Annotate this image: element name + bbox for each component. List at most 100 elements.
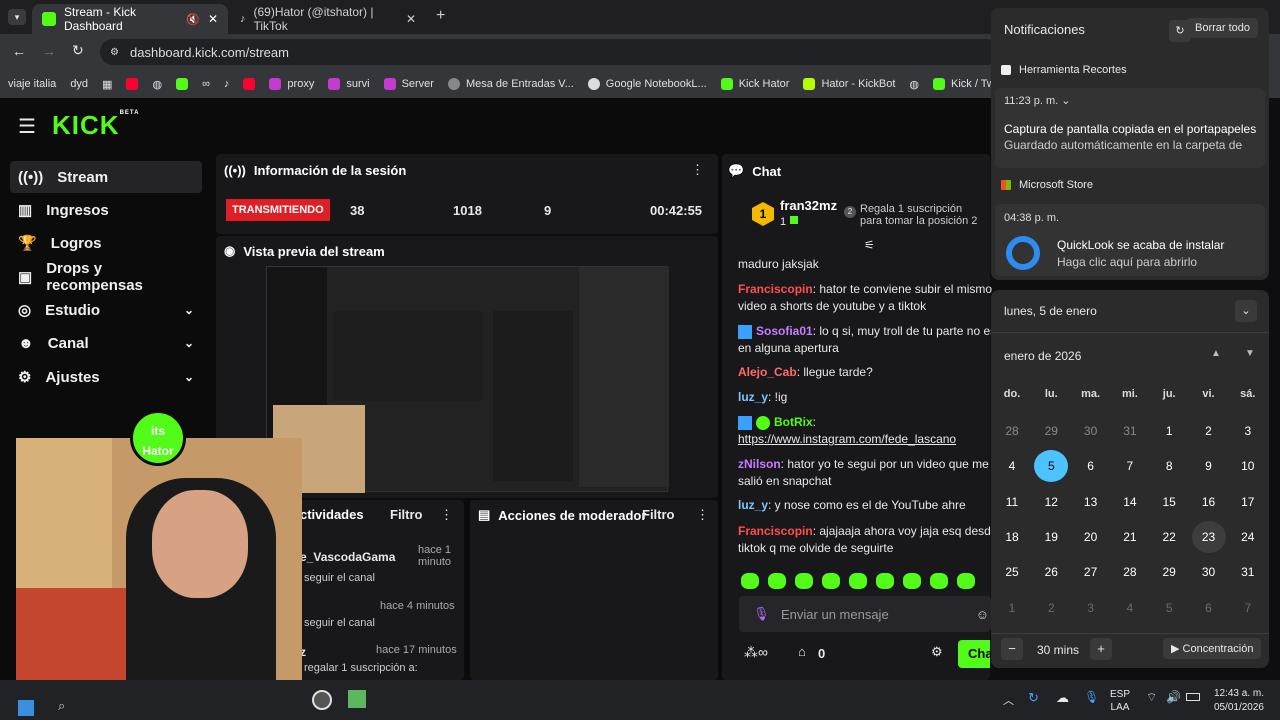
close-icon[interactable]: ✕ — [208, 12, 218, 26]
calendar-day[interactable]: 23 — [1191, 520, 1226, 553]
start-icon[interactable] — [18, 700, 34, 716]
battery-icon[interactable] — [1186, 693, 1200, 701]
calendar-day[interactable]: 31 — [1231, 556, 1265, 588]
back-icon[interactable]: ← — [12, 43, 26, 59]
calendar-day[interactable]: 21 — [1113, 521, 1147, 553]
sidebar-item-stream[interactable]: ((•)) Stream — [10, 161, 202, 193]
chat-input[interactable]: 🎙 Enviar un mensaje ☺ — [739, 596, 991, 632]
calendar-day[interactable]: 29 — [1034, 415, 1068, 447]
calendar-day[interactable]: 27 — [1074, 556, 1108, 588]
bookmark-item[interactable]: Kick / Tw — [933, 78, 995, 90]
more-icon[interactable]: ⋮ — [691, 162, 704, 178]
url-field[interactable]: ⚙ dashboard.kick.com/stream — [100, 39, 1000, 65]
language-indicator[interactable]: ESP LAA — [1110, 688, 1130, 714]
sidebar-item-ajustes[interactable]: ⚙ Ajustes ⌄ — [10, 361, 202, 393]
chat-settings-icon[interactable]: ⚙ — [931, 644, 943, 660]
kick-icon[interactable] — [176, 78, 189, 90]
new-tab-icon[interactable]: + — [436, 7, 445, 25]
reload-icon[interactable]: ↻ — [72, 42, 84, 59]
calendar-day[interactable]: 6 — [1074, 450, 1108, 482]
tab-tiktok[interactable]: ♪ (69)Hator (@itshator) | TikTok ✕ — [230, 4, 426, 34]
globe-icon[interactable]: ◍ — [909, 78, 919, 91]
calendar-day[interactable]: 3 — [1074, 592, 1108, 624]
bookmark-item[interactable]: proxy — [269, 78, 314, 90]
calendar-day[interactable]: 11 — [995, 486, 1029, 518]
calendar-day[interactable]: 18 — [995, 521, 1029, 553]
tiktok-icon[interactable]: ♪ — [224, 78, 230, 90]
forward-icon[interactable]: → — [42, 43, 56, 59]
sidebar-item-ingresos[interactable]: ▥ Ingresos — [10, 194, 202, 226]
calendar-day[interactable]: 6 — [1192, 592, 1226, 624]
sidebar-item-estudio[interactable]: ◎ Estudio ⌄ — [10, 294, 202, 326]
calendar-day[interactable]: 12 — [1034, 486, 1068, 518]
calendar-day[interactable]: 4 — [995, 450, 1029, 482]
emote-icon[interactable] — [795, 573, 813, 589]
chat-send-button[interactable]: Cha — [958, 640, 993, 668]
calendar-day[interactable]: 1 — [1152, 415, 1186, 447]
moderator-filter[interactable]: Filtro — [642, 507, 675, 522]
bookmark-item[interactable]: dyd — [70, 78, 88, 90]
calendar-day[interactable]: 29 — [1152, 556, 1186, 588]
calendar-day[interactable]: 5 — [1152, 592, 1186, 624]
calendar-day[interactable]: 19 — [1034, 521, 1068, 553]
calendar-day[interactable]: 28 — [1113, 556, 1147, 588]
calendar-day[interactable]: 24 — [1231, 521, 1265, 553]
globe-icon[interactable]: ◍ — [152, 78, 162, 91]
store-icon[interactable]: ⌂ — [798, 644, 806, 659]
activity-filter[interactable]: Filtro — [390, 507, 423, 522]
mic-icon[interactable]: 🎙 — [753, 606, 770, 622]
top-gifter-name[interactable]: fran32mz — [780, 198, 837, 213]
calendar-day[interactable]: 4 — [1113, 592, 1147, 624]
emoji-icon[interactable]: ☺ — [976, 607, 989, 622]
points-icon[interactable]: ⁂∞ — [744, 644, 768, 661]
calendar-day[interactable]: 2 — [1034, 592, 1068, 624]
app-icon[interactable] — [312, 690, 332, 710]
sidebar-item-canal[interactable]: ☻ Canal ⌄ — [10, 327, 202, 359]
chat-filter-icon[interactable]: ⚟ — [864, 238, 875, 252]
tab-kick-dashboard[interactable]: Stream - Kick Dashboard 🔇 ✕ — [32, 4, 228, 34]
sync-icon[interactable]: ↻ — [1028, 690, 1039, 706]
emote-icon[interactable] — [741, 573, 759, 589]
emote-icon[interactable] — [957, 573, 975, 589]
more-icon[interactable]: ⋮ — [696, 507, 709, 523]
focus-increase-button[interactable]: + — [1090, 638, 1112, 660]
youtube-icon[interactable] — [243, 78, 256, 90]
notification-card[interactable]: 04:38 p. m. QuickLook se acaba de instal… — [995, 204, 1265, 276]
calendar-month[interactable]: enero de 2026 — [1004, 349, 1081, 363]
emote-icon[interactable] — [822, 573, 840, 589]
calendar-day[interactable]: 2 — [1192, 415, 1226, 447]
emote-icon[interactable] — [768, 573, 786, 589]
next-month-icon[interactable]: ▼ — [1245, 348, 1255, 359]
site-info-icon[interactable]: ⚙ — [110, 47, 119, 58]
calendar-day[interactable]: 31 — [1113, 415, 1147, 447]
focus-decrease-button[interactable]: − — [1001, 638, 1023, 660]
bookmark-item[interactable]: survi — [328, 78, 370, 90]
calendar-day[interactable]: 5 — [1034, 450, 1069, 483]
bookmark-item[interactable]: Hator - KickBot — [803, 78, 895, 90]
more-icon[interactable]: ⋮ — [440, 507, 453, 523]
close-icon[interactable]: ✕ — [406, 12, 416, 26]
clear-all-button[interactable]: Borrar todo — [1187, 18, 1259, 38]
mic-icon[interactable]: 🎙 — [1084, 690, 1099, 704]
minecraft-icon[interactable] — [348, 690, 366, 708]
emote-icon[interactable] — [849, 573, 867, 589]
bookmark-item[interactable]: Server — [383, 78, 434, 90]
calendar-day[interactable]: 1 — [995, 592, 1029, 624]
calendar-day[interactable]: 16 — [1192, 486, 1226, 518]
volume-icon[interactable]: 🔊 — [1166, 690, 1181, 704]
calendar-day[interactable]: 26 — [1034, 556, 1068, 588]
bookmark-item[interactable]: Mesa de Entradas V... — [447, 78, 574, 90]
calendar-day[interactable]: 30 — [1192, 556, 1226, 588]
calendar-day[interactable]: 9 — [1192, 450, 1226, 482]
calendar-day[interactable]: 22 — [1152, 521, 1186, 553]
calendar-day[interactable]: 20 — [1074, 521, 1108, 553]
notification-card[interactable]: 11:23 p. m. ⌄ Captura de pantalla copiad… — [995, 88, 1265, 168]
youtube-icon[interactable] — [126, 78, 139, 90]
calendar-day[interactable]: 28 — [995, 415, 1029, 447]
calendar-day[interactable]: 13 — [1074, 486, 1108, 518]
sidebar-item-drops[interactable]: ▣ Drops y recompensas — [10, 260, 202, 294]
calendar-day[interactable]: 10 — [1231, 450, 1265, 482]
calendar-day[interactable]: 17 — [1231, 486, 1265, 518]
bookmark-item[interactable]: Google NotebookL... — [587, 78, 707, 90]
mute-icon[interactable]: 🔇 — [186, 13, 200, 26]
